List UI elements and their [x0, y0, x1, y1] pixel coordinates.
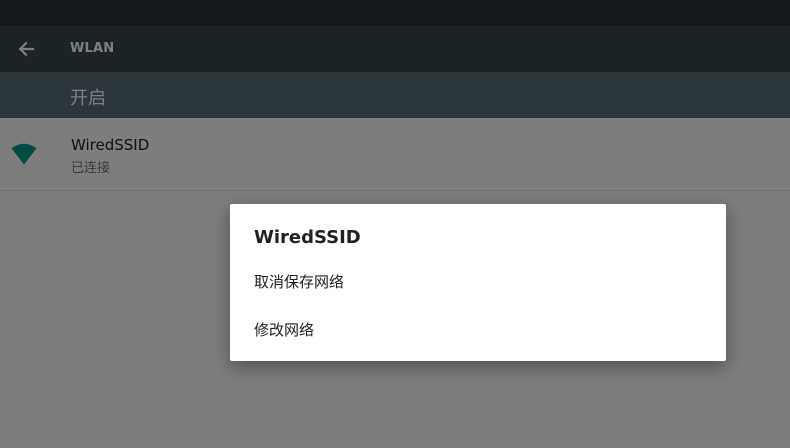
network-options-dialog: WiredSSID 取消保存网络 修改网络: [230, 204, 726, 361]
dialog-title: WiredSSID: [254, 227, 361, 248]
forget-network-option[interactable]: 取消保存网络: [230, 261, 726, 301]
wlan-settings-screen: WLAN 开启 WiredSSID 已连接 WiredSSID 取消保存网络 修…: [0, 0, 790, 448]
modify-network-option[interactable]: 修改网络: [230, 309, 726, 349]
